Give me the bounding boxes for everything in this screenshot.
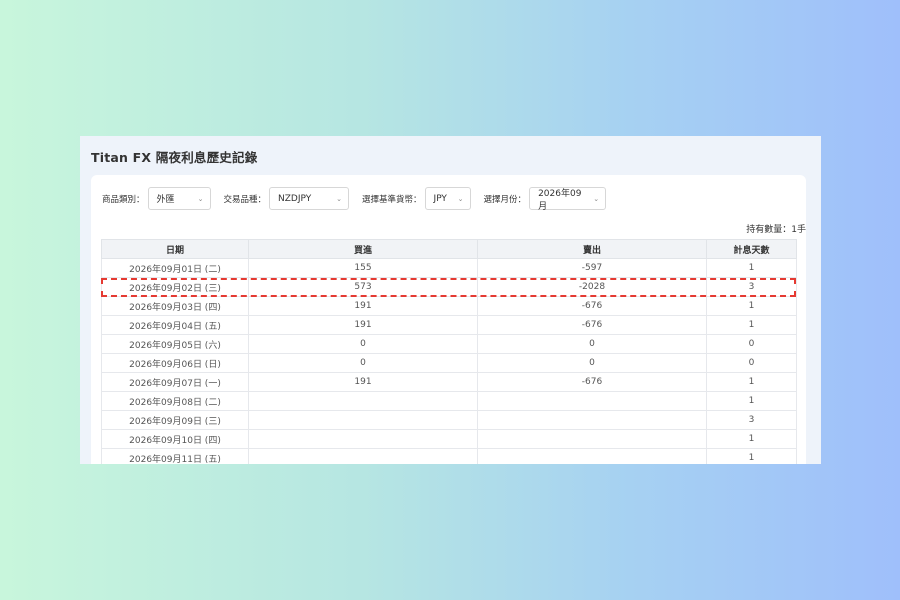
cell-sell: 0	[477, 353, 707, 373]
cell-days: 0	[706, 353, 797, 373]
category-value: 外匯	[156, 195, 175, 205]
cell-date: 2026年09月09日 (三)	[101, 410, 249, 430]
base-currency-value: JPY	[433, 193, 447, 204]
cell-sell	[477, 448, 707, 464]
table-row: 2026年09月11日 (五) 1	[101, 448, 797, 464]
cell-sell: -597	[477, 258, 707, 278]
cell-buy	[248, 429, 478, 449]
table-row: 2026年09月10日 (四) 1	[101, 429, 797, 449]
cell-date: 2026年09月07日 (一)	[101, 372, 249, 392]
table-row: 2026年09月04日 (五) 191 -676 1	[101, 315, 797, 335]
cell-buy: 0	[248, 353, 478, 373]
symbol-select[interactable]: NZDJPY ⌄	[269, 187, 350, 210]
base-currency-label: 選擇基準貨幣：	[362, 194, 422, 205]
table-row: 2026年09月05日 (六) 0 0 0	[101, 334, 797, 354]
cell-buy	[248, 410, 478, 430]
table-row: 2026年09月06日 (日) 0 0 0	[101, 353, 797, 373]
table-row: 2026年09月01日 (二) 155 -597 1	[101, 258, 797, 278]
cell-days: 1	[706, 391, 797, 411]
column-header-days: 計息天數	[706, 239, 797, 259]
swap-history-panel: Titan FX 隔夜利息歷史記錄 商品類別： 外匯 ⌄ 交易品種： NZDJP…	[80, 136, 821, 464]
chevron-down-icon: ⌄	[336, 194, 343, 203]
cell-sell: -676	[477, 296, 707, 316]
cell-date: 2026年09月04日 (五)	[101, 315, 249, 335]
filter-bar: 商品類別： 外匯 ⌄ 交易品種： NZDJPY ⌄ 選擇基準貨幣： JPY ⌄ …	[102, 186, 619, 212]
category-label: 商品類別：	[102, 194, 145, 205]
table-header-row: 日期 買進 賣出 計息天數	[101, 239, 797, 259]
cell-sell	[477, 410, 707, 430]
cell-buy	[248, 391, 478, 411]
cell-buy: 191	[248, 296, 478, 316]
content-card: 商品類別： 外匯 ⌄ 交易品種： NZDJPY ⌄ 選擇基準貨幣： JPY ⌄ …	[91, 175, 806, 464]
symbol-value: NZDJPY	[278, 193, 312, 204]
cell-sell	[477, 391, 707, 411]
holding-quantity: 持有數量：1手	[746, 225, 806, 235]
cell-date: 2026年09月10日 (四)	[101, 429, 249, 449]
cell-sell: 0	[477, 334, 707, 354]
month-select[interactable]: 2026年09月 ⌄	[529, 187, 607, 212]
cell-days: 1	[706, 296, 797, 316]
cell-date: 2026年09月08日 (二)	[101, 391, 249, 411]
cell-date: 2026年09月11日 (五)	[101, 448, 249, 464]
base-currency-select[interactable]: JPY ⌄	[424, 187, 471, 210]
highlight-box	[101, 278, 796, 297]
page-title: Titan FX 隔夜利息歷史記錄	[91, 150, 258, 165]
cell-date: 2026年09月06日 (日)	[101, 353, 249, 373]
month-value: 2026年09月	[538, 188, 582, 212]
cell-buy	[248, 448, 478, 464]
chevron-down-icon: ⌄	[593, 194, 600, 203]
chevron-down-icon: ⌄	[197, 194, 204, 203]
cell-buy: 155	[248, 258, 478, 278]
cell-days: 1	[706, 258, 797, 278]
month-label: 選擇月份：	[483, 194, 527, 205]
cell-sell: -676	[477, 315, 707, 335]
category-select[interactable]: 外匯 ⌄	[147, 187, 211, 210]
cell-buy: 191	[248, 372, 478, 392]
cell-days: 3	[706, 410, 797, 430]
table-row: 2026年09月07日 (一) 191 -676 1	[101, 372, 797, 392]
table-row: 2026年09月03日 (四) 191 -676 1	[101, 296, 797, 316]
cell-buy: 0	[248, 334, 478, 354]
cell-date: 2026年09月05日 (六)	[101, 334, 249, 354]
cell-days: 1	[706, 315, 797, 335]
cell-sell	[477, 429, 707, 449]
column-header-sell: 賣出	[477, 239, 707, 259]
table-row: 2026年09月08日 (二) 1	[101, 391, 797, 411]
swap-history-table: 日期 買進 賣出 計息天數 2026年09月01日 (二) 155 -597 1…	[101, 239, 797, 464]
column-header-date: 日期	[101, 239, 249, 259]
cell-days: 1	[706, 429, 797, 449]
symbol-label: 交易品種：	[223, 194, 267, 205]
cell-days: 1	[706, 448, 797, 464]
chevron-down-icon: ⌄	[457, 194, 464, 203]
cell-date: 2026年09月01日 (二)	[101, 258, 249, 278]
table-row: 2026年09月09日 (三) 3	[101, 410, 797, 430]
cell-buy: 191	[248, 315, 478, 335]
cell-date: 2026年09月03日 (四)	[101, 296, 249, 316]
cell-days: 0	[706, 334, 797, 354]
cell-sell: -676	[477, 372, 707, 392]
cell-days: 1	[706, 372, 797, 392]
column-header-buy: 買進	[248, 239, 478, 259]
